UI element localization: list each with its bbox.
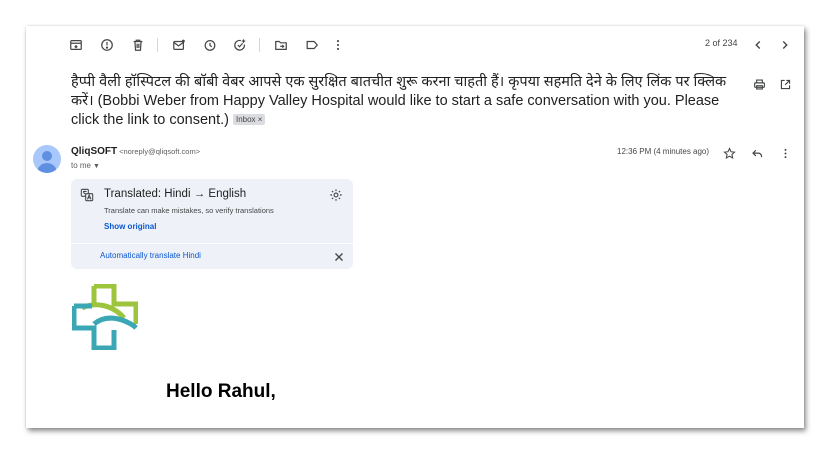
- chevron-down-icon[interactable]: ▼: [93, 163, 100, 170]
- star-icon[interactable]: [721, 145, 737, 161]
- report-spam-icon[interactable]: [99, 37, 115, 53]
- translate-icon: [80, 188, 94, 202]
- toolbar-divider: [157, 38, 158, 52]
- sender-avatar[interactable]: [33, 145, 61, 173]
- print-icon[interactable]: [753, 78, 767, 92]
- move-to-folder-icon[interactable]: [273, 37, 289, 53]
- pager-count: 2 of 234: [705, 38, 738, 48]
- more-options-icon[interactable]: [777, 145, 793, 161]
- sender-name[interactable]: QliqSOFT: [71, 146, 117, 157]
- open-in-new-window-icon[interactable]: [779, 78, 793, 92]
- translation-banner: Translated: Hindi → English Translate ca…: [71, 179, 353, 269]
- older-chevron-icon[interactable]: [777, 37, 793, 53]
- email-view: 2 of 234 हैप्पी वैली हॉस्पिटल की बॉबी वे…: [26, 26, 804, 428]
- hospital-cross-logo: [71, 283, 139, 351]
- sender-info: QliqSOFT <noreply@qliqsoft.com>: [71, 146, 200, 157]
- subject-text: हैप्पी वैली हॉस्पिटल की बॉबी वेबर आपसे ए…: [71, 74, 727, 128]
- close-icon[interactable]: [333, 250, 345, 262]
- trash-icon[interactable]: [130, 37, 146, 53]
- toolbar-divider: [259, 38, 260, 52]
- email-timestamp: 12:36 PM (4 minutes ago): [617, 147, 710, 156]
- translation-warning: Translate can make mistakes, so verify t…: [104, 206, 274, 215]
- auto-translate-link[interactable]: Automatically translate Hindi: [100, 251, 201, 260]
- label-icon[interactable]: [304, 37, 320, 53]
- mark-unread-icon[interactable]: [171, 37, 187, 53]
- snooze-icon[interactable]: [202, 37, 218, 53]
- translation-title: Translated: Hindi → English: [104, 188, 247, 200]
- reply-icon[interactable]: [749, 145, 765, 161]
- add-task-icon[interactable]: [232, 37, 248, 53]
- gear-icon[interactable]: [329, 188, 343, 202]
- newer-chevron-icon[interactable]: [750, 37, 766, 53]
- recipient-text: to me: [71, 161, 92, 170]
- show-original-link[interactable]: Show original: [104, 222, 156, 231]
- recipient-details[interactable]: to me ▼: [71, 161, 100, 170]
- archive-icon[interactable]: [68, 37, 84, 53]
- translation-divider: [71, 243, 353, 244]
- sender-email: <noreply@qliqsoft.com>: [119, 147, 201, 156]
- inbox-label-badge[interactable]: Inbox ×: [232, 114, 266, 125]
- email-subject: हैप्पी वैली हॉस्पिटल की बॉबी वेबर आपसे ए…: [71, 73, 751, 130]
- translation-banner-top: Translated: Hindi → English Translate ca…: [71, 179, 353, 243]
- more-vertical-icon[interactable]: [330, 37, 346, 53]
- email-greeting: Hello Rahul,: [166, 381, 276, 402]
